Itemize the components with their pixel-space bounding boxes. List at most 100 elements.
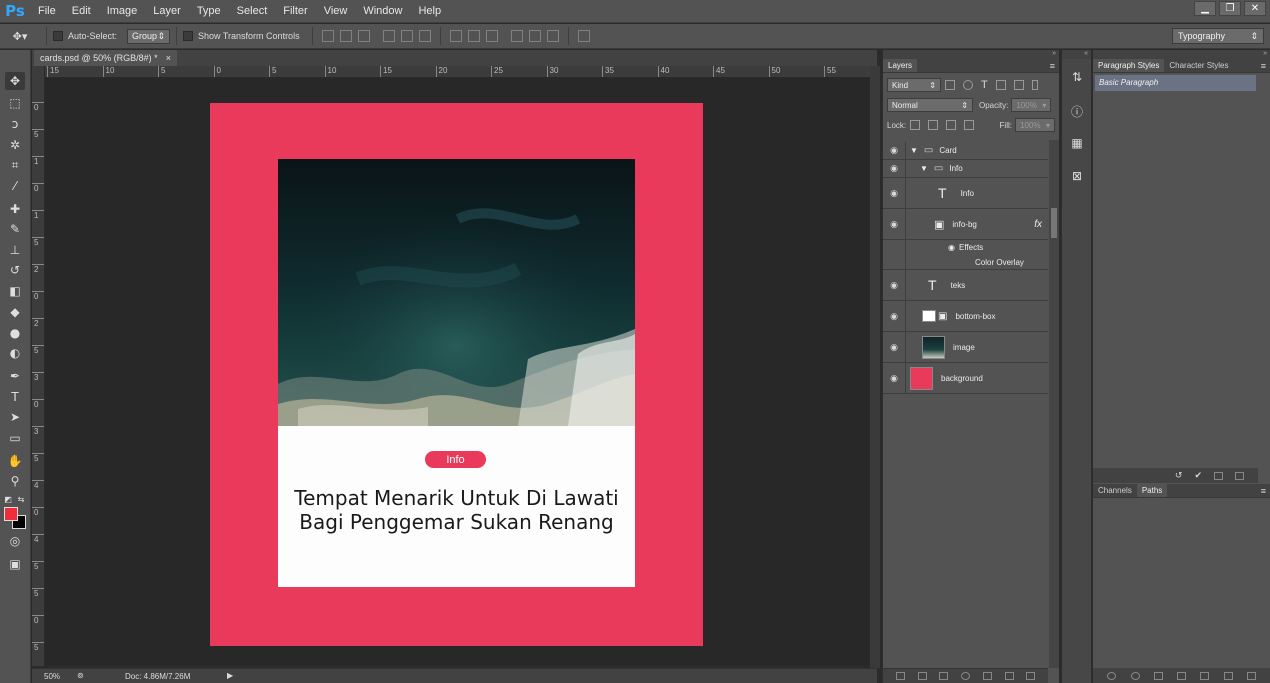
visibility-eye-icon[interactable]: ◉ xyxy=(883,301,906,331)
tab-paths[interactable]: Paths xyxy=(1136,484,1168,497)
filter-type-icon[interactable]: T xyxy=(981,79,988,91)
blend-mode-dropdown[interactable]: Normal ⇕ xyxy=(887,98,973,112)
filter-adjustment-icon[interactable] xyxy=(963,80,973,90)
fx-icon[interactable]: fx xyxy=(1034,219,1042,230)
align-top-icon[interactable] xyxy=(321,30,334,42)
delete-path-icon[interactable] xyxy=(1246,671,1256,680)
stroke-path-icon[interactable] xyxy=(1130,671,1140,680)
layer-row-image[interactable]: ◉ image xyxy=(883,332,1048,363)
distribute-hcenter-icon[interactable] xyxy=(528,30,541,42)
document-tab[interactable]: cards.psd @ 50% (RGB/8#) * × xyxy=(34,50,177,66)
distribute-vcenter-icon[interactable] xyxy=(467,30,480,42)
pen-tool-icon[interactable]: ✒ xyxy=(5,367,25,385)
auto-select-checkbox[interactable] xyxy=(53,31,63,41)
marquee-tool-icon[interactable]: ⬚ xyxy=(5,94,25,112)
status-menu-arrow-icon[interactable]: ▶ xyxy=(227,671,233,680)
redefine-style-icon[interactable]: ✔ xyxy=(1194,470,1202,481)
align-vcenter-icon[interactable] xyxy=(339,30,352,42)
tab-channels[interactable]: Channels xyxy=(1093,484,1137,497)
close-icon[interactable]: ✕ xyxy=(1244,1,1266,16)
new-layer-icon[interactable] xyxy=(1004,672,1014,680)
layer-row-bottom-box[interactable]: ◉ ▣ bottom-box xyxy=(883,301,1048,332)
layer-row-teks[interactable]: ◉ T teks xyxy=(883,270,1048,301)
link-layers-icon[interactable] xyxy=(895,672,905,680)
layers-scroll-thumb[interactable] xyxy=(1051,208,1057,238)
default-colors-icon[interactable]: ◩ xyxy=(2,490,14,508)
minimize-icon[interactable]: ▁ xyxy=(1194,1,1216,16)
layer-row-info-group[interactable]: ◉ ▼ ▭ Info xyxy=(883,160,1048,178)
visibility-eye-icon[interactable]: ◉ xyxy=(883,160,906,177)
lasso-tool-icon[interactable]: ↄ xyxy=(5,115,25,133)
group-expand-icon[interactable]: ▼ xyxy=(910,146,918,155)
paint-bucket-tool-icon[interactable]: ◆ xyxy=(5,303,25,321)
magic-wand-tool-icon[interactable]: ✲ xyxy=(5,136,25,154)
screen-mode-icon[interactable]: ▣ xyxy=(5,555,25,573)
menu-file[interactable]: File xyxy=(30,0,64,23)
panel-menu-icon[interactable]: ≡ xyxy=(1050,59,1059,72)
path-selection-tool-icon[interactable]: ➤ xyxy=(5,408,25,426)
tab-character-styles[interactable]: Character Styles xyxy=(1164,59,1234,72)
menu-edit[interactable]: Edit xyxy=(64,0,99,23)
new-style-icon[interactable] xyxy=(1214,471,1223,480)
menu-view[interactable]: View xyxy=(316,0,356,23)
quick-mask-icon[interactable]: ◎ xyxy=(5,532,25,550)
zoom-tool-icon[interactable]: ⚲ xyxy=(5,472,25,490)
collapse-panel-icon[interactable]: « xyxy=(1062,50,1091,59)
move-tool-icon[interactable]: ✥ xyxy=(5,72,25,90)
brush-tool-icon[interactable]: ✎ xyxy=(5,220,25,238)
visibility-eye-icon[interactable]: ◉ xyxy=(883,209,906,239)
foreground-color-swatch[interactable] xyxy=(4,507,18,521)
lock-position-icon[interactable] xyxy=(946,120,957,130)
align-left-icon[interactable] xyxy=(382,30,395,42)
color-overlay-row[interactable]: Color Overlay xyxy=(883,255,1048,270)
eyedropper-tool-icon[interactable]: ⁄ xyxy=(5,177,25,195)
styles-panel-icon[interactable]: ⊠ xyxy=(1070,169,1084,183)
layer-row-background[interactable]: ◉ background xyxy=(883,363,1048,394)
menu-type[interactable]: Type xyxy=(189,0,229,23)
layer-row-info-bg[interactable]: ◉ ▣ info-bg fx xyxy=(883,209,1048,240)
layer-row-info-text[interactable]: ◉ T Info xyxy=(883,178,1048,209)
new-path-icon[interactable] xyxy=(1223,671,1233,680)
add-mask-icon[interactable] xyxy=(1200,671,1210,680)
collapse-panel-icon[interactable]: » xyxy=(1093,50,1270,59)
effects-eye-icon[interactable]: ◉ xyxy=(948,243,955,252)
new-adjustment-icon[interactable] xyxy=(961,672,970,680)
dodge-tool-icon[interactable]: ◐ xyxy=(5,344,25,362)
swatches-panel-icon[interactable]: ▦ xyxy=(1070,136,1084,150)
lock-transparent-icon[interactable] xyxy=(910,120,921,130)
clone-stamp-tool-icon[interactable]: ⊥ xyxy=(5,241,25,259)
add-style-icon[interactable] xyxy=(917,672,927,680)
visibility-eye-icon[interactable]: ◉ xyxy=(883,142,906,159)
filter-toggle-icon[interactable] xyxy=(1031,80,1038,90)
swap-colors-icon[interactable]: ⇆ xyxy=(15,490,27,508)
delete-style-icon[interactable] xyxy=(1235,471,1244,480)
clear-override-icon[interactable]: ↺ xyxy=(1175,470,1183,481)
layer-effects-row[interactable]: ◉ Effects xyxy=(883,240,1048,255)
blur-tool-icon[interactable]: ● xyxy=(5,324,25,342)
tab-layers[interactable]: Layers xyxy=(883,59,918,72)
canvas-scrollbar[interactable] xyxy=(870,66,880,668)
lock-image-icon[interactable] xyxy=(928,120,939,130)
align-bottom-icon[interactable] xyxy=(357,30,370,42)
healing-brush-tool-icon[interactable]: ✚ xyxy=(5,200,25,218)
filter-shape-icon[interactable] xyxy=(995,80,1006,90)
filter-pixel-icon[interactable] xyxy=(945,80,955,90)
add-mask-icon[interactable] xyxy=(939,672,949,680)
info-panel-icon[interactable]: ⓘ xyxy=(1070,104,1084,119)
history-brush-tool-icon[interactable]: ↺ xyxy=(5,261,25,279)
menu-filter[interactable]: Filter xyxy=(275,0,315,23)
eraser-tool-icon[interactable]: ◧ xyxy=(5,282,25,300)
menu-help[interactable]: Help xyxy=(410,0,449,23)
visibility-eye-icon[interactable]: ◉ xyxy=(883,270,906,300)
delete-layer-icon[interactable] xyxy=(1026,672,1036,680)
layer-row-card[interactable]: ◉ ▼ ▭ Card xyxy=(883,142,1048,160)
tab-paragraph-styles[interactable]: Paragraph Styles xyxy=(1093,59,1165,72)
fill-field[interactable]: 100% ▾ xyxy=(1015,118,1055,132)
workspace-dropdown[interactable]: Typography ⇕ xyxy=(1172,28,1264,44)
crop-tool-icon[interactable]: ⌗ xyxy=(5,156,25,174)
menu-select[interactable]: Select xyxy=(229,0,276,23)
status-info-icon[interactable]: ⊚ xyxy=(77,671,84,680)
lock-all-icon[interactable] xyxy=(964,120,975,130)
visibility-eye-icon[interactable]: ◉ xyxy=(883,178,906,208)
distribute-left-icon[interactable] xyxy=(510,30,523,42)
